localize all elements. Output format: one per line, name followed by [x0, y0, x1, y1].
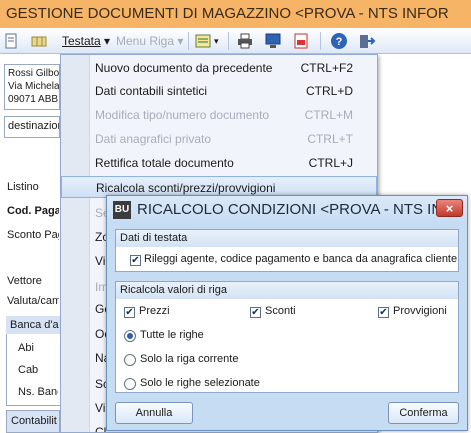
all-rows-label: Tutte le righe — [140, 329, 204, 341]
svg-text:?: ? — [336, 36, 343, 48]
menu-item-shortcut: CTRL+M — [304, 108, 353, 122]
exit-icon[interactable] — [358, 32, 376, 50]
cancel-button[interactable]: Annulla — [115, 402, 193, 424]
reload-agent-label: Rileggi agente, codice pagamento e banca… — [144, 253, 458, 265]
current-row-label: Solo la riga corrente — [140, 353, 239, 365]
menu-item-label: Rettifica totale documento — [95, 156, 234, 170]
row-values-group: Ricalcola valori di riga ✔ Prezzi ✔ Scon… — [115, 281, 459, 393]
abi-label: Abi — [18, 342, 34, 354]
current-row-radio[interactable] — [124, 354, 136, 366]
menu-item-private-data[interactable]: Dati anagrafici privato CTRL+T — [61, 128, 377, 150]
toolbar: Testata ▾ Menu Riga ▾ ▾ ? — [0, 28, 471, 54]
commissions-label: Provvigioni — [393, 305, 447, 317]
menu-item-label: Nuovo documento da precedente — [95, 61, 273, 75]
menu-item-change-doc-type[interactable]: Modifica tipo/numero documento CTRL+M — [61, 104, 377, 126]
menu-testata-label: Testata — [62, 34, 101, 48]
selected-rows-radio[interactable] — [124, 378, 136, 390]
menu-item-new-from-previous[interactable]: Nuovo documento da precedente CTRL+F2 — [61, 57, 377, 79]
address-line: Via Michela — [8, 81, 60, 92]
menu-item-shortcut: CTRL+D — [305, 84, 353, 98]
prices-label: Prezzi — [139, 305, 170, 317]
menu-item-label: Modifica tipo/numero documento — [95, 108, 270, 122]
menu-item-label: Dati anagrafici privato — [95, 132, 212, 146]
menu-item-label: Cl — [95, 425, 107, 433]
menu-item-label: Vi — [95, 401, 106, 415]
commissions-checkbox[interactable]: ✔ — [378, 307, 389, 318]
window-title: GESTIONE DOCUMENTI DI MAGAZZINO <PROVA -… — [0, 0, 471, 28]
payment-discount-label: Sconto Pag — [7, 229, 59, 241]
carrier-label: Vettore — [7, 275, 42, 287]
list-dropdown-arrow[interactable]: ▾ — [214, 32, 219, 50]
menu-item-shortcut: CTRL+J — [308, 156, 353, 170]
bank-group-title: Banca d'a — [6, 316, 60, 334]
monitor-icon[interactable] — [264, 32, 282, 50]
print-icon[interactable] — [236, 32, 254, 50]
menu-item-label: Vi — [95, 254, 106, 268]
reload-agent-checkbox[interactable]: ✔ — [130, 255, 141, 266]
confirm-button[interactable]: Conferma — [388, 402, 459, 424]
menu-item-accounting-summary[interactable]: Dati contabili sintetici CTRL+D — [61, 80, 377, 102]
accounting-group-title: Contabilit — [6, 410, 60, 433]
grid-icon[interactable] — [30, 32, 48, 50]
pdf-icon[interactable] — [292, 32, 310, 50]
dialog-title: RICALCOLO CONDIZIONI <PROVA - NTS IN... — [137, 201, 455, 218]
our-bank-label: Ns. Banc — [18, 386, 58, 398]
selected-rows-label: Solo le righe selezionate — [140, 377, 260, 389]
listino-label: Listino — [7, 181, 39, 193]
menu-testata[interactable]: Testata ▾ — [62, 32, 110, 50]
address-line: Rossi Gilbo — [8, 68, 60, 79]
menu-item-shortcut: CTRL+T — [307, 132, 353, 146]
menu-riga-label: Menu Riga — [116, 34, 175, 48]
prices-checkbox[interactable]: ✔ — [124, 307, 135, 318]
close-button[interactable]: × — [436, 199, 463, 217]
help-icon[interactable]: ? — [330, 32, 348, 50]
header-data-group: Dati di testata ✔ Rileggi agente, codice… — [115, 229, 459, 272]
cab-label: Cab — [18, 364, 39, 376]
dialog-title-bar[interactable]: BU RICALCOLO CONDIZIONI <PROVA - NTS IN.… — [107, 196, 467, 224]
menu-item-label: Dati contabili sintetici — [95, 84, 208, 98]
recalc-dialog: BU RICALCOLO CONDIZIONI <PROVA - NTS IN.… — [106, 195, 468, 431]
group-title: Dati di testata — [116, 230, 458, 247]
currency-label: Valuta/cam — [7, 295, 59, 307]
address-line: 09071 ABB — [8, 94, 59, 105]
discounts-checkbox[interactable]: ✔ — [250, 307, 261, 318]
all-rows-radio[interactable] — [124, 330, 136, 342]
destination-field[interactable]: destinazion — [4, 116, 60, 138]
app-icon: BU — [113, 201, 131, 219]
customer-address: Rossi Gilbo Via Michela 09071 ABB — [4, 64, 60, 110]
payment-code-label: Cod. Paga — [7, 205, 59, 217]
menu-item-adjust-total[interactable]: Rettifica totale documento CTRL+J — [61, 152, 377, 174]
menu-riga[interactable]: Menu Riga ▾ — [116, 32, 183, 50]
document-icon[interactable] — [2, 32, 20, 50]
group-title: Ricalcola valori di riga — [116, 282, 458, 299]
menu-item-shortcut: CTRL+F2 — [300, 61, 353, 75]
discounts-label: Sconti — [265, 305, 296, 317]
list-icon[interactable] — [194, 32, 212, 50]
